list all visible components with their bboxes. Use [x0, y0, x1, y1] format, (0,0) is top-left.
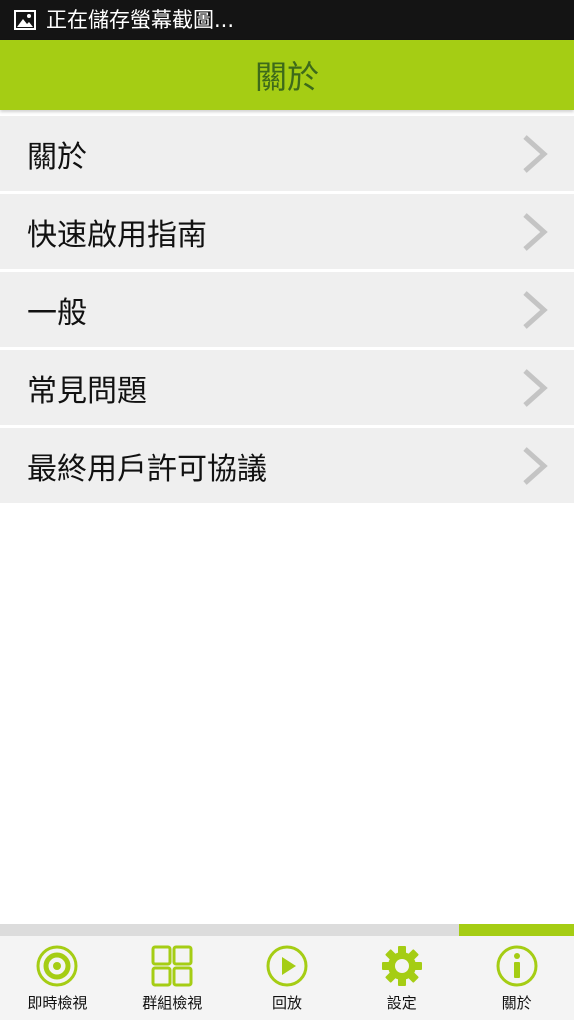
chevron-right-icon	[523, 134, 548, 173]
menu-item-eula[interactable]: 最終用戶許可協議	[0, 428, 574, 503]
chevron-right-icon	[523, 446, 548, 485]
page-title: 關於	[254, 58, 319, 96]
menu-item-label: 一般	[27, 295, 87, 331]
menu-item-label: 常見問題	[27, 373, 147, 409]
menu-item-label: 最終用戶許可協議	[27, 451, 267, 487]
chevron-right-icon	[523, 290, 548, 329]
menu-item-about[interactable]: 關於	[0, 116, 574, 191]
play-icon	[265, 944, 309, 988]
status-notification-text: 正在儲存螢幕截圖...	[46, 8, 235, 32]
title-bar: 關於	[0, 40, 574, 110]
menu-item-faq[interactable]: 常見問題	[0, 350, 574, 425]
tab-live-view[interactable]: 即時檢視	[0, 936, 115, 1020]
tab-label: 設定	[386, 994, 417, 1012]
gear-icon	[380, 944, 424, 988]
tab-group-view[interactable]: 群組檢視	[115, 936, 230, 1020]
image-icon	[14, 9, 36, 31]
tab-label: 回放	[271, 994, 302, 1012]
menu-item-quick-start-guide[interactable]: 快速啟用指南	[0, 194, 574, 269]
tab-label: 群組檢視	[142, 994, 203, 1012]
settings-menu: 關於 快速啟用指南 一般 常見問題 最終用戶許可協議	[0, 116, 574, 506]
tab-about[interactable]: 關於	[459, 936, 574, 1020]
bottom-tab-bar: 即時檢視 群組檢視 回放 設定 關於	[0, 936, 574, 1020]
live-view-icon	[35, 944, 79, 988]
info-icon	[495, 944, 539, 988]
chevron-right-icon	[523, 212, 548, 251]
chevron-right-icon	[523, 368, 548, 407]
tab-playback[interactable]: 回放	[230, 936, 345, 1020]
active-tab-indicator	[459, 924, 574, 936]
tab-settings[interactable]: 設定	[344, 936, 459, 1020]
grid-icon	[150, 944, 194, 988]
menu-item-label: 快速啟用指南	[27, 217, 207, 253]
tab-label: 關於	[501, 994, 532, 1012]
status-bar: 正在儲存螢幕截圖...	[0, 0, 574, 40]
menu-item-label: 關於	[27, 139, 87, 175]
tab-label: 即時檢視	[27, 994, 88, 1012]
menu-item-general[interactable]: 一般	[0, 272, 574, 347]
